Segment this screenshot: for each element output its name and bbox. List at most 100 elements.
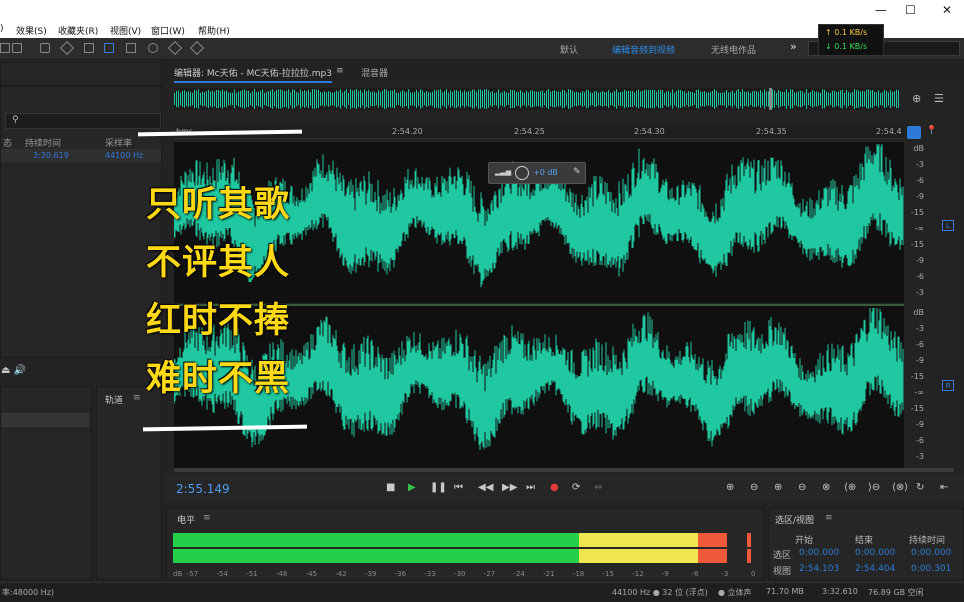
levels-panel: 电平 ≡ dB -57 -54 -51 -48 -45 -42 -39 -36 -33 -30 -27… bbox=[166, 508, 764, 580]
gain-knob[interactable] bbox=[515, 166, 529, 180]
db-tick-label: dB bbox=[913, 308, 924, 317]
zoom-out-amp-icon[interactable]: ⊖ bbox=[750, 482, 758, 493]
zoom-in-amp-icon[interactable]: ⊕ bbox=[726, 482, 734, 493]
pin-icon[interactable]: 📍 bbox=[926, 126, 937, 136]
skip-start-button[interactable]: ⏮ bbox=[454, 482, 463, 493]
status-channels: ● 立体声 bbox=[718, 588, 752, 597]
ruler-tick: 2:54.20 bbox=[392, 127, 423, 136]
col-duration[interactable]: 持续时间 bbox=[25, 136, 61, 149]
level-scale-label: -12 bbox=[632, 570, 644, 578]
selection-menu-icon[interactable]: ≡ bbox=[825, 513, 833, 523]
headphone-icon[interactable] bbox=[907, 126, 921, 139]
hud-gain-control[interactable]: ▂▃▅ +0 dB ✎ bbox=[488, 162, 586, 184]
speaker-icon[interactable]: ⏏ 🔊 bbox=[1, 365, 26, 376]
time-selection-tool-icon[interactable] bbox=[104, 43, 114, 53]
level-scale-label: -15 bbox=[602, 570, 614, 578]
zoom-selection-icon[interactable]: ⟨⊗⟩ bbox=[892, 482, 908, 493]
pin-hud-icon[interactable]: ✎ bbox=[573, 167, 581, 177]
razor-tool-icon[interactable] bbox=[59, 40, 75, 56]
spectral-view-icon[interactable] bbox=[12, 43, 22, 53]
zoom-full-icon[interactable]: ⊗ bbox=[822, 482, 830, 493]
file-row[interactable]: 3:20.619 44100 Hz bbox=[1, 149, 161, 162]
col-state[interactable]: 态 bbox=[3, 136, 12, 149]
file-sample-rate: 44100 Hz bbox=[105, 151, 144, 160]
maximize-button[interactable]: ☐ bbox=[905, 3, 916, 17]
db-tick-label: -9 bbox=[916, 356, 924, 365]
menu-item-partial[interactable]: ) bbox=[0, 24, 4, 34]
healing-tool-icon[interactable] bbox=[189, 40, 205, 56]
level-scale-label: -51 bbox=[246, 570, 258, 578]
upload-speed: ↑ 0.1 KB/s bbox=[825, 28, 868, 37]
channel-label-right[interactable]: R bbox=[942, 380, 954, 391]
brush-tool-icon[interactable] bbox=[167, 40, 183, 56]
channel-label-left[interactable]: L bbox=[942, 220, 954, 231]
horizontal-scrollbar[interactable] bbox=[174, 468, 954, 472]
tracks-panel: 轨道 ≡ bbox=[96, 386, 162, 580]
skip-end-button[interactable]: ⏭ bbox=[526, 482, 535, 493]
zoom-out-point-icon[interactable]: ⟩⊖ bbox=[868, 482, 880, 493]
zoom-reset-icon[interactable]: ↻ bbox=[916, 482, 924, 493]
menu-item-help[interactable]: 帮助(H) bbox=[198, 24, 230, 37]
tab-menu-icon[interactable]: ≡ bbox=[336, 66, 344, 76]
db-tick-label: -∞ bbox=[914, 388, 924, 397]
zoom-track-icon[interactable]: ⇤ bbox=[940, 482, 948, 493]
zoom-in-point-icon[interactable]: ⟨⊕ bbox=[844, 482, 856, 493]
menu-item-view[interactable]: 视图(V) bbox=[110, 24, 141, 37]
zoom-out-time-icon[interactable]: ⊖ bbox=[798, 482, 806, 493]
record-button[interactable]: ● bbox=[550, 482, 559, 493]
move-tool-icon[interactable] bbox=[40, 43, 50, 53]
overview-menu-icon[interactable]: ☰ bbox=[934, 92, 944, 105]
skip-selection-button[interactable]: ⇔ bbox=[594, 482, 602, 493]
col-sample-rate[interactable]: 采样率 bbox=[105, 136, 132, 149]
play-button[interactable]: ▶ bbox=[408, 482, 416, 493]
file-duration: 3:20.619 bbox=[33, 151, 69, 160]
workspace-edit-audio-to-video[interactable]: 编辑音频到视频 bbox=[612, 43, 675, 56]
zoom-fit-icon[interactable]: ⊕ bbox=[912, 92, 921, 105]
sel-duration[interactable]: 0:00.000 bbox=[911, 548, 951, 558]
waveform-view-icon[interactable] bbox=[0, 43, 10, 53]
stop-button[interactable]: ■ bbox=[386, 482, 395, 493]
view-start[interactable]: 2:54.103 bbox=[799, 564, 839, 574]
zoom-in-time-icon[interactable]: ⊕ bbox=[774, 482, 782, 493]
loop-button[interactable]: ⟳ bbox=[572, 482, 580, 493]
tracks-label: 轨道 bbox=[105, 396, 124, 406]
pause-button[interactable]: ❚❚ bbox=[430, 482, 447, 493]
minimize-button[interactable]: — bbox=[875, 3, 887, 17]
bars-icon: ▂▃▅ bbox=[495, 168, 512, 176]
fast-forward-button[interactable]: ▶▶ bbox=[502, 482, 517, 493]
caption-line-3: 红时不捧 bbox=[146, 301, 291, 341]
caption-line-2: 不评其人 bbox=[146, 243, 291, 283]
panel-menu-icon[interactable]: ≡ bbox=[133, 393, 141, 403]
workspace-more-button[interactable]: » bbox=[790, 40, 797, 53]
view-end[interactable]: 2:54.404 bbox=[855, 564, 895, 574]
db-tick-label: -15 bbox=[910, 208, 924, 217]
caption-line-1: 只听其歌 bbox=[146, 185, 291, 225]
effects-rack-panel bbox=[0, 386, 92, 580]
workspace-default[interactable]: 默认 bbox=[560, 43, 578, 56]
menu-item-window[interactable]: 窗口(W) bbox=[151, 24, 185, 37]
menu-item-effects[interactable]: 效果(S) bbox=[16, 24, 47, 37]
rewind-button[interactable]: ◀◀ bbox=[478, 482, 493, 493]
sel-end[interactable]: 0:00.000 bbox=[855, 548, 895, 558]
menu-item-favorites[interactable]: 收藏夹(R) bbox=[58, 24, 98, 37]
ruler-tick: 2:54.35 bbox=[756, 127, 787, 136]
level-scale-label: -42 bbox=[335, 570, 347, 578]
tab-mixer[interactable]: 混音器 bbox=[361, 66, 388, 79]
sel-start[interactable]: 0:00.000 bbox=[799, 548, 839, 558]
db-scale-left: dB -3 -6 -9 -15 -∞ -15 -9 -6 -3 bbox=[904, 142, 930, 304]
transport-bar: 2:55.149 ■ ▶ ❚❚ ⏮ ◀◀ ▶▶ ⏭ ● ⟳ ⇔ ⊕ ⊖ ⊕ ⊖ … bbox=[166, 474, 964, 502]
db-tick-label: -15 bbox=[910, 372, 924, 381]
tab-editor[interactable]: 编辑器: Mc天佑 - MC天佑-拉拉拉.mp3 bbox=[174, 66, 332, 83]
level-scale-label: -27 bbox=[483, 570, 496, 578]
overview-waveform[interactable] bbox=[174, 88, 900, 110]
effect-slot[interactable] bbox=[1, 413, 89, 427]
lasso-tool-icon[interactable] bbox=[148, 43, 158, 53]
marquee-tool-icon[interactable] bbox=[126, 43, 136, 53]
workspace-radio-production[interactable]: 无线电作品 bbox=[711, 43, 756, 56]
view-duration[interactable]: 0:00.301 bbox=[911, 564, 951, 574]
close-button[interactable]: ✕ bbox=[942, 3, 952, 17]
level-scale-label: -54 bbox=[216, 570, 228, 578]
files-search-input[interactable]: ⚲ bbox=[5, 113, 161, 129]
slip-tool-icon[interactable] bbox=[84, 43, 94, 53]
ruler-tick: 2:54.30 bbox=[634, 127, 665, 136]
